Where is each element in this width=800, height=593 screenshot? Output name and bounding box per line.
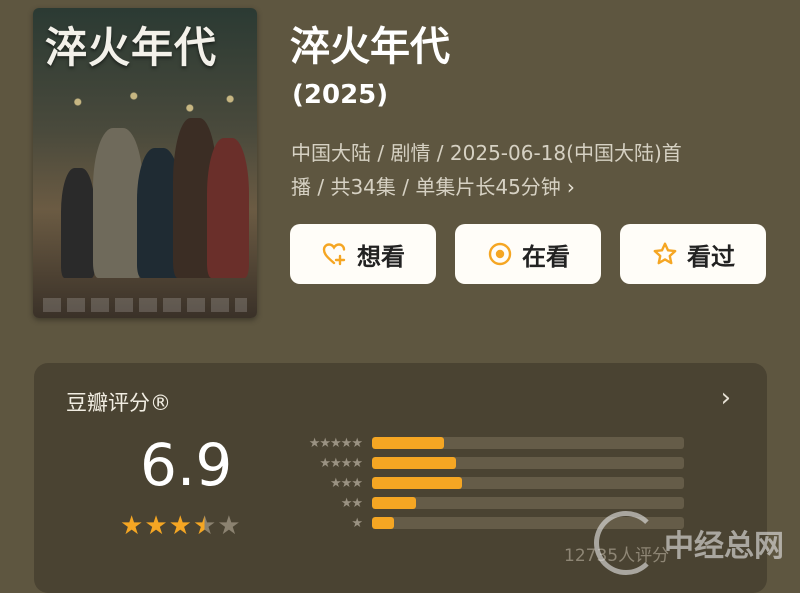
distribution-stars: ★★ xyxy=(340,495,363,511)
distribution-row: ★★★ xyxy=(282,473,684,493)
heart-plus-icon xyxy=(321,240,349,268)
distribution-stars: ★★★★ xyxy=(319,455,363,471)
poster-lights xyxy=(33,78,257,138)
poster-figure xyxy=(207,138,249,278)
meta-line-2: 播 / 共34集 / 单集片长45分钟 xyxy=(291,175,561,199)
star-full-icon: ★ xyxy=(144,511,168,541)
star-full-icon: ★ xyxy=(120,511,144,541)
distribution-bar-fill xyxy=(372,457,457,469)
watermark: 中经总网 xyxy=(594,511,784,575)
watermark-logo-icon xyxy=(594,511,658,575)
meta-info[interactable]: 中国大陆 / 剧情 / 2025-06-18(中国大陆)首 播 / 共34集 /… xyxy=(291,136,761,204)
watching-button[interactable]: 在看 xyxy=(455,224,601,284)
distribution-bar-track xyxy=(372,477,684,489)
poster-title: 淬火年代 xyxy=(45,23,218,72)
distribution-bar-fill xyxy=(372,437,444,449)
watermark-text: 中经总网 xyxy=(664,529,784,564)
star-half-icon: ★ xyxy=(192,511,217,541)
distribution-row: ★★★★ xyxy=(282,453,684,473)
rating-score: 6.9 xyxy=(140,431,233,499)
chevron-right-icon: › xyxy=(566,175,575,199)
page-title: 淬火年代 xyxy=(290,24,450,70)
star-outline-icon xyxy=(651,240,679,268)
distribution-bar-track xyxy=(372,437,684,449)
watching-label: 在看 xyxy=(522,242,570,271)
distribution-bar-fill xyxy=(372,517,394,529)
poster-image[interactable]: 淬火年代 xyxy=(33,8,257,318)
distribution-bar-track xyxy=(372,457,684,469)
watched-label: 看过 xyxy=(687,242,735,271)
distribution-stars: ★★★★★ xyxy=(308,435,363,451)
rating-label: 豆瓣评分® xyxy=(66,391,171,415)
want-to-watch-label: 想看 xyxy=(357,242,405,271)
star-empty-icon: ★ xyxy=(217,511,241,541)
star-full-icon: ★ xyxy=(168,511,192,541)
poster-figure xyxy=(93,128,143,278)
rating-stars: ★ ★ ★ ★ ★ xyxy=(120,513,241,539)
target-icon xyxy=(486,240,514,268)
poster-credits xyxy=(43,298,247,312)
distribution-row: ★★ xyxy=(282,493,684,513)
chevron-right-icon[interactable]: › xyxy=(721,383,731,413)
distribution-bar-track xyxy=(372,497,684,509)
distribution-stars: ★ xyxy=(351,515,363,531)
distribution-stars: ★★★ xyxy=(330,475,363,491)
poster-figure xyxy=(61,168,95,278)
distribution-bar-fill xyxy=(372,497,416,509)
distribution-row: ★★★★★ xyxy=(282,433,684,453)
want-to-watch-button[interactable]: 想看 xyxy=(290,224,436,284)
meta-line-1: 中国大陆 / 剧情 / 2025-06-18(中国大陆)首 xyxy=(291,141,682,165)
distribution-bar-fill xyxy=(372,477,463,489)
release-year: (2025) xyxy=(292,80,389,110)
watched-button[interactable]: 看过 xyxy=(620,224,766,284)
